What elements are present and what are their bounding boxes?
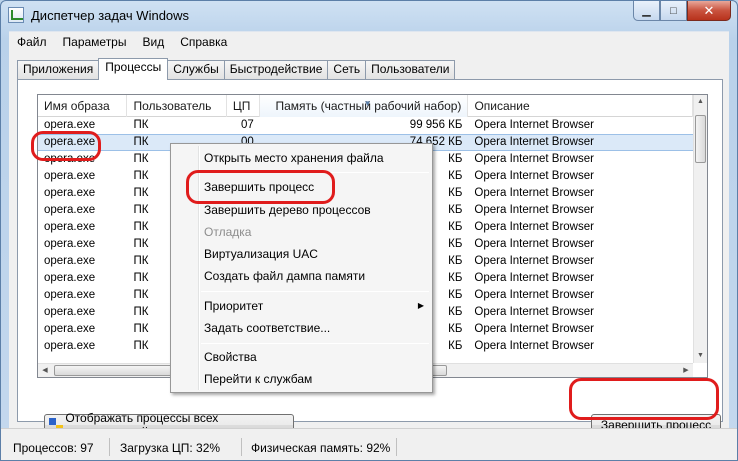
cell-description: Opera Internet Browser [474, 340, 594, 352]
cell-description: Opera Internet Browser [474, 238, 594, 250]
menu-separator [201, 343, 429, 344]
scroll-right-icon[interactable]: ▶ [679, 364, 693, 377]
highlight-annotation [569, 378, 719, 420]
cell-image-name: opera.exe [44, 323, 96, 335]
window-controls: ▁ □ ✕ [633, 1, 731, 21]
cell-cpu: 07 [240, 119, 254, 131]
status-divider [396, 438, 397, 456]
cell-description: Opera Internet Browser [474, 289, 594, 301]
menu-item-priority-label: Приоритет [204, 299, 264, 313]
status-bar: Процессов: 97 Загрузка ЦП: 32% Физическа… [1, 428, 737, 460]
column-description[interactable]: Описание [468, 95, 693, 117]
vertical-scrollbar[interactable]: ▲ ▼ [693, 95, 707, 363]
column-cpu[interactable]: ЦП [227, 95, 260, 117]
submenu-arrow-icon: ▶ [417, 301, 424, 310]
scroll-down-icon[interactable]: ▼ [694, 349, 707, 363]
menu-help[interactable]: Справка [172, 35, 235, 49]
cell-description: Opera Internet Browser [474, 323, 594, 335]
tab-processes[interactable]: Процессы [98, 58, 169, 80]
cell-image-name: opera.exe [44, 170, 96, 182]
menu-options[interactable]: Параметры [55, 35, 135, 49]
cell-description: Opera Internet Browser [474, 136, 594, 148]
tab-strip: Приложения Процессы Службы Быстродействи… [17, 58, 456, 80]
cell-user: ПК [133, 119, 149, 131]
window-title: Диспетчер задач Windows [31, 8, 190, 23]
close-button[interactable]: ✕ [687, 1, 731, 21]
menu-item-uac-virtualization[interactable]: Виртуализация UAC [204, 244, 318, 265]
cell-description: Opera Internet Browser [474, 221, 594, 233]
cell-image-name: opera.exe [44, 204, 96, 216]
menu-view[interactable]: Вид [134, 35, 172, 49]
cell-image-name: opera.exe [44, 187, 96, 199]
menu-item-debug: Отладка [204, 225, 252, 239]
cell-description: Opera Internet Browser [474, 119, 594, 131]
cell-memory: 99 956 КБ [409, 119, 463, 131]
menu-bar: Файл Параметры Вид Справка [9, 31, 729, 51]
list-header: Имя образа Пользователь ЦП ▼ Память (част… [38, 95, 693, 117]
menu-file[interactable]: Файл [9, 35, 55, 49]
menu-separator [201, 291, 429, 292]
cell-image-name: opera.exe [44, 289, 96, 301]
title-bar[interactable]: Диспетчер задач Windows ▁ □ ✕ [1, 1, 737, 31]
column-user[interactable]: Пользователь [127, 95, 227, 117]
cell-description: Opera Internet Browser [474, 204, 594, 216]
status-processes: Процессов: 97 [13, 441, 94, 455]
status-divider [109, 438, 110, 456]
cell-image-name: opera.exe [44, 238, 96, 250]
minimize-button[interactable]: ▁ [633, 1, 660, 21]
cell-description: Opera Internet Browser [474, 187, 594, 199]
menu-item-priority[interactable]: Приоритет [204, 296, 432, 317]
cell-image-name: opera.exe [44, 272, 96, 284]
tab-performance[interactable]: Быстродействие [223, 60, 329, 79]
status-cpu: Загрузка ЦП: 32% [120, 441, 221, 455]
cell-image-name: opera.exe [44, 306, 96, 318]
sort-down-icon: ▼ [363, 99, 372, 108]
cell-image-name: opera.exe [44, 340, 96, 352]
cell-description: Opera Internet Browser [474, 306, 594, 318]
status-divider [241, 438, 242, 456]
status-memory: Физическая память: 92% [251, 441, 391, 455]
maximize-button[interactable]: □ [660, 1, 687, 21]
cell-description: Opera Internet Browser [474, 272, 594, 284]
tab-users[interactable]: Пользователи [365, 60, 456, 79]
menu-item-open-location[interactable]: Открыть место хранения файла [204, 148, 384, 169]
table-row[interactable]: opera.exe ПК 07 99 956 КБ Opera Internet Bro… [38, 117, 693, 134]
menu-item-set-affinity[interactable]: Задать соответствие... [204, 318, 330, 339]
menu-item-create-dump[interactable]: Создать файл дампа памяти [204, 266, 365, 287]
scroll-up-icon[interactable]: ▲ [694, 95, 707, 109]
tab-services[interactable]: Службы [167, 60, 225, 79]
cell-description: Opera Internet Browser [474, 170, 594, 182]
task-manager-icon [8, 7, 24, 23]
cell-description: Opera Internet Browser [474, 255, 594, 267]
column-memory[interactable]: ▼ Память (частный рабочий набор) [259, 95, 469, 117]
highlight-annotation [31, 131, 101, 161]
scroll-left-icon[interactable]: ◀ [38, 364, 52, 377]
cell-description: Opera Internet Browser [474, 153, 594, 165]
tab-applications[interactable]: Приложения [17, 60, 100, 79]
cell-image-name: opera.exe [44, 221, 96, 233]
vertical-scroll-thumb[interactable] [695, 115, 706, 163]
cell-image-name: opera.exe [44, 255, 96, 267]
highlight-annotation [186, 170, 335, 204]
column-image-name[interactable]: Имя образа [38, 95, 128, 117]
menu-item-go-to-services[interactable]: Перейти к службам [204, 369, 312, 390]
menu-item-properties[interactable]: Свойства [204, 347, 257, 368]
tab-networking[interactable]: Сеть [327, 60, 367, 79]
